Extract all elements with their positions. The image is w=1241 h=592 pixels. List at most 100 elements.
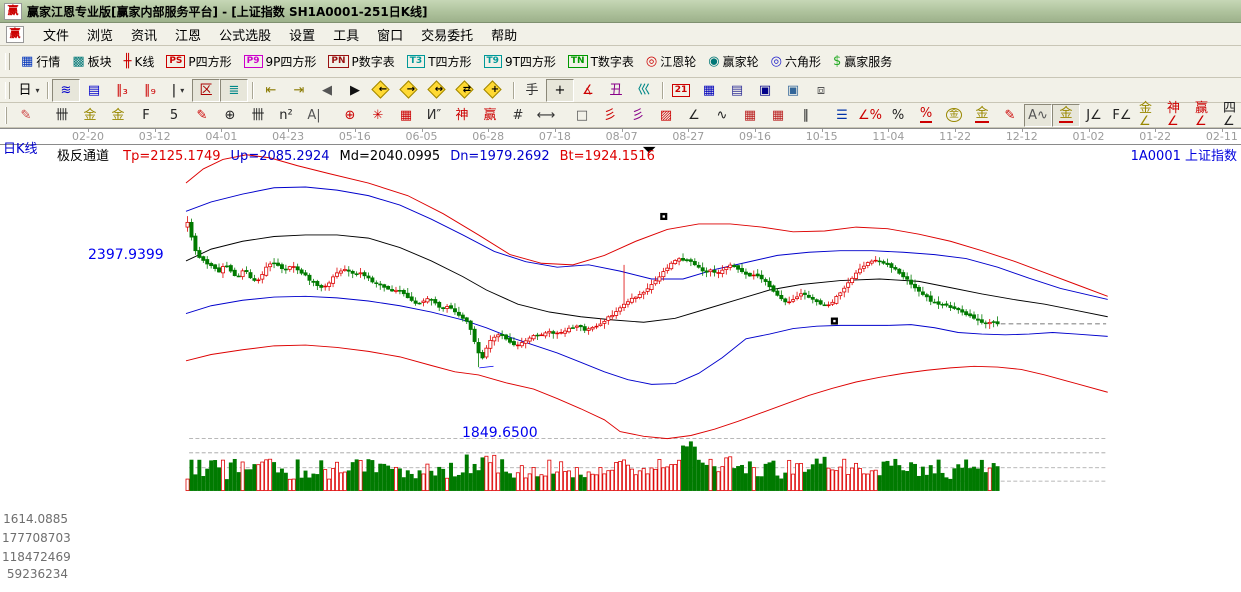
f-angle-button[interactable]: F∠	[1108, 104, 1136, 127]
region-tool-button[interactable]: 区	[192, 79, 220, 102]
percent-line-button[interactable]: %	[912, 104, 940, 127]
first-screen-button[interactable]: ⇤	[257, 79, 285, 102]
ying-angle-button[interactable]: 赢∠	[1192, 104, 1220, 127]
zigzag-dotted-button[interactable]: ∿	[708, 104, 736, 127]
notepad-button[interactable]: ▤	[723, 79, 751, 102]
pattern-tool-button[interactable]: 丑	[602, 79, 630, 102]
k-quote-button[interactable]: И″	[420, 104, 448, 127]
toolbar-grip[interactable]	[5, 82, 10, 99]
sectors-button[interactable]: ▩板块	[66, 48, 117, 75]
circle-cross-button[interactable]: ⊕	[336, 104, 364, 127]
menu-item-8[interactable]: 交易委托	[412, 23, 482, 46]
gann-wheel-button[interactable]: ◎江恩轮	[640, 48, 702, 75]
calculator-button[interactable]: ▦	[695, 79, 723, 102]
last-screen-button[interactable]: ⇥	[285, 79, 313, 102]
quotes-button[interactable]: ▦行情	[15, 48, 66, 75]
expand-x-button[interactable]: +	[481, 79, 509, 102]
ray-fan-button[interactable]: 彡	[596, 104, 624, 127]
angle-pin-button[interactable]: ∡	[574, 79, 602, 102]
five-grid-button[interactable]: 5	[160, 104, 188, 127]
calendar-button[interactable]: 21	[667, 79, 695, 102]
candle-style-button[interactable]: |▾	[164, 79, 192, 102]
ruler-123-button[interactable]: #	[504, 104, 532, 127]
menu-item-4[interactable]: 公式选股	[210, 23, 280, 46]
draw-pencil-button[interactable]: ✎	[12, 104, 40, 127]
menu-item-9[interactable]: 帮助	[482, 23, 526, 46]
gann-grid-button[interactable]: 卌	[48, 104, 76, 127]
workstation-button[interactable]: ⧈	[807, 79, 835, 102]
gold-angle-button[interactable]: 金∠	[1136, 104, 1164, 127]
parallel-lines-button[interactable]: ∥	[792, 104, 820, 127]
t-number-table-button[interactable]: TNT数字表	[562, 48, 640, 75]
pan-right-button[interactable]: →	[397, 79, 425, 102]
period-label[interactable]: 日K线	[3, 138, 38, 157]
percent-angle-button[interactable]: ∠%	[856, 104, 884, 127]
red-grid-1-button[interactable]: ▦	[736, 104, 764, 127]
shen-angle-button[interactable]: 神∠	[1164, 104, 1192, 127]
p-square-button[interactable]: PSP四方形	[160, 48, 237, 75]
time-cycle-clock-button[interactable]: ⊕	[216, 104, 244, 127]
shen-grid-button[interactable]: 神	[448, 104, 476, 127]
symbol-label[interactable]: 1A0001 上证指数	[1131, 145, 1237, 164]
box-diagonal-button[interactable]: ▨	[652, 104, 680, 127]
gold-line-red-button[interactable]: 金	[1052, 104, 1080, 127]
kline-button[interactable]: ╫K线	[118, 48, 161, 75]
chart-3-button[interactable]: ∥₃	[108, 79, 136, 102]
9t-square-button[interactable]: T99T四方形	[478, 48, 562, 75]
percent-button[interactable]: %	[884, 104, 912, 127]
angle-rays-button[interactable]: ∠	[680, 104, 708, 127]
winner-service-button[interactable]: $赢家服务	[827, 48, 898, 75]
plain-grid-button[interactable]: 卌	[244, 104, 272, 127]
compress-x-button[interactable]: ⇄	[453, 79, 481, 102]
zigzag-mode-button[interactable]: ≋	[52, 79, 80, 102]
hexagon-button[interactable]: ◎六角形	[765, 48, 827, 75]
volume-profile-button[interactable]: ≣	[220, 79, 248, 102]
box-tool-button[interactable]: □	[568, 104, 596, 127]
kline-chart-canvas[interactable]	[0, 128, 1241, 592]
period-day-button[interactable]: 日▾	[15, 79, 43, 102]
four-angle-button[interactable]: 四∠	[1220, 104, 1241, 127]
remote-data-button[interactable]: ▣	[779, 79, 807, 102]
fit-width-button[interactable]: ↔	[425, 79, 453, 102]
gold-grid-2-button[interactable]: 金	[104, 104, 132, 127]
a-divider-button[interactable]: A|	[300, 104, 328, 127]
pan-hand-button[interactable]: 手	[518, 79, 546, 102]
gold-circle-button[interactable]: 金	[940, 104, 968, 127]
ray-fan-box-button[interactable]: 彡	[624, 104, 652, 127]
red-brush-button[interactable]: ✎	[996, 104, 1024, 127]
n-squared-button[interactable]: n²	[272, 104, 300, 127]
ying-grid-button[interactable]: 赢	[476, 104, 504, 127]
chart-9-button[interactable]: ∥₉	[136, 79, 164, 102]
red-pencil-grid-button[interactable]: ✎	[188, 104, 216, 127]
menu-item-1[interactable]: 浏览	[78, 23, 122, 46]
red-grid-2-button[interactable]: ▦	[764, 104, 792, 127]
t-square-button[interactable]: T3T四方形	[401, 48, 478, 75]
next-screen-button[interactable]: ▶	[341, 79, 369, 102]
p-number-table-button[interactable]: PNP数字表	[322, 48, 400, 75]
kline-chart-area[interactable]: 02-2003-1204-0104-2305-1606-0506-2807-18…	[0, 128, 1241, 592]
menu-item-3[interactable]: 江恩	[166, 23, 210, 46]
stats-list-button[interactable]: ☰	[828, 104, 856, 127]
toolbar-grip[interactable]	[5, 107, 7, 124]
wave-fit-button[interactable]: A∿	[1024, 104, 1052, 127]
9p-square-button[interactable]: P99P四方形	[238, 48, 323, 75]
winner-wheel-button[interactable]: ◉赢家轮	[702, 48, 764, 75]
j-angle-button[interactable]: J∠	[1080, 104, 1108, 127]
menu-item-0[interactable]: 文件	[34, 23, 78, 46]
info-list-button[interactable]: ▤	[80, 79, 108, 102]
menu-item-5[interactable]: 设置	[280, 23, 324, 46]
crosshair-button[interactable]: +	[546, 79, 574, 102]
f-grid-button[interactable]: F	[132, 104, 160, 127]
gold-grid-1-button[interactable]: 金	[76, 104, 104, 127]
square-spiral-button[interactable]: ▦	[392, 104, 420, 127]
gold-line-button[interactable]: 金	[968, 104, 996, 127]
prev-screen-button[interactable]: ◀	[313, 79, 341, 102]
star-burst-button[interactable]: ✳	[364, 104, 392, 127]
wave-tool-button[interactable]: 巛	[630, 79, 658, 102]
save-button[interactable]: ▣	[751, 79, 779, 102]
pan-left-button[interactable]: ←	[369, 79, 397, 102]
menu-item-6[interactable]: 工具	[324, 23, 368, 46]
indicator-name[interactable]: 极反通道	[57, 149, 109, 164]
span-arrows-button[interactable]: ⟷	[532, 104, 560, 127]
menu-item-2[interactable]: 资讯	[122, 23, 166, 46]
